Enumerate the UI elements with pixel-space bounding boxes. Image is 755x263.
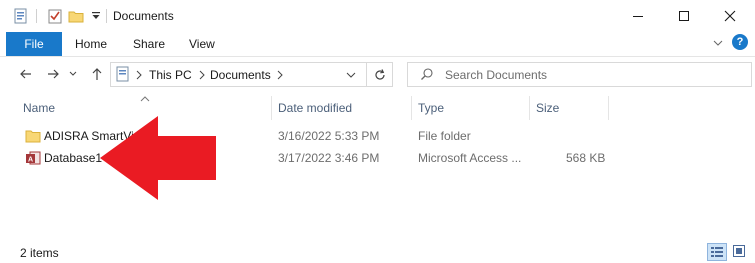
maximize-button[interactable] bbox=[661, 0, 707, 32]
file-size: 568 KB bbox=[566, 151, 606, 165]
customize-toolbar-icon[interactable] bbox=[88, 8, 104, 24]
column-divider[interactable] bbox=[608, 96, 609, 120]
recent-locations-icon[interactable] bbox=[66, 64, 80, 84]
details-view-button[interactable] bbox=[707, 243, 727, 261]
this-pc-icon bbox=[115, 66, 131, 85]
column-header-size[interactable]: Size bbox=[536, 101, 559, 115]
help-button[interactable]: ? bbox=[732, 34, 748, 50]
svg-text:A: A bbox=[28, 157, 33, 164]
large-icons-view-icon bbox=[733, 245, 745, 257]
column-divider[interactable] bbox=[271, 96, 272, 120]
search-placeholder: Search Documents bbox=[445, 68, 548, 82]
title-separator-2 bbox=[106, 9, 107, 23]
expand-ribbon-icon[interactable] bbox=[712, 37, 724, 52]
folder-icon bbox=[25, 128, 41, 147]
breadcrumb-separator-icon[interactable] bbox=[276, 69, 284, 83]
address-bar[interactable]: This PC Documents bbox=[110, 62, 367, 87]
search-box[interactable]: Search Documents bbox=[407, 62, 752, 87]
title-separator bbox=[36, 9, 37, 23]
file-date-modified: 3/17/2022 3:46 PM bbox=[278, 151, 380, 165]
breadcrumb-this-pc[interactable]: This PC bbox=[149, 68, 192, 82]
back-button[interactable] bbox=[16, 64, 36, 84]
properties-icon[interactable] bbox=[47, 8, 63, 24]
tab-share[interactable]: Share bbox=[133, 37, 165, 51]
tab-home[interactable]: Home bbox=[75, 37, 107, 51]
explorer-app-icon[interactable] bbox=[13, 8, 29, 24]
new-folder-icon[interactable] bbox=[68, 8, 84, 24]
window-title: Documents bbox=[113, 9, 174, 23]
breadcrumb-separator-icon[interactable] bbox=[198, 69, 206, 83]
file-type: File folder bbox=[418, 129, 471, 143]
column-header-date-modified[interactable]: Date modified bbox=[278, 101, 352, 115]
breadcrumb-separator-icon[interactable] bbox=[135, 69, 143, 83]
up-button[interactable] bbox=[87, 64, 107, 84]
address-dropdown-icon[interactable] bbox=[345, 69, 357, 83]
search-icon bbox=[420, 67, 434, 84]
ribbon-bar bbox=[0, 32, 755, 57]
file-name[interactable]: Database1 bbox=[44, 151, 102, 165]
close-button[interactable] bbox=[707, 0, 753, 32]
file-type: Microsoft Access ... bbox=[418, 151, 522, 165]
access-file-icon: A bbox=[25, 150, 41, 169]
tab-file[interactable]: File bbox=[6, 32, 62, 56]
breadcrumb-documents[interactable]: Documents bbox=[210, 68, 271, 82]
column-divider[interactable] bbox=[411, 96, 412, 120]
large-icons-view-button[interactable] bbox=[730, 243, 748, 259]
column-header-name[interactable]: Name bbox=[23, 101, 55, 115]
item-count: 2 items bbox=[20, 246, 59, 260]
file-date-modified: 3/16/2022 5:33 PM bbox=[278, 129, 380, 143]
tab-view[interactable]: View bbox=[189, 37, 215, 51]
minimize-button[interactable] bbox=[615, 0, 661, 32]
column-divider[interactable] bbox=[529, 96, 530, 120]
details-view-icon bbox=[711, 247, 723, 257]
refresh-button[interactable] bbox=[366, 62, 393, 87]
refresh-icon bbox=[374, 68, 385, 80]
sort-ascending-icon bbox=[140, 91, 150, 105]
column-header-type[interactable]: Type bbox=[418, 101, 444, 115]
forward-button[interactable] bbox=[43, 64, 63, 84]
red-arrow-annotation bbox=[100, 112, 220, 207]
